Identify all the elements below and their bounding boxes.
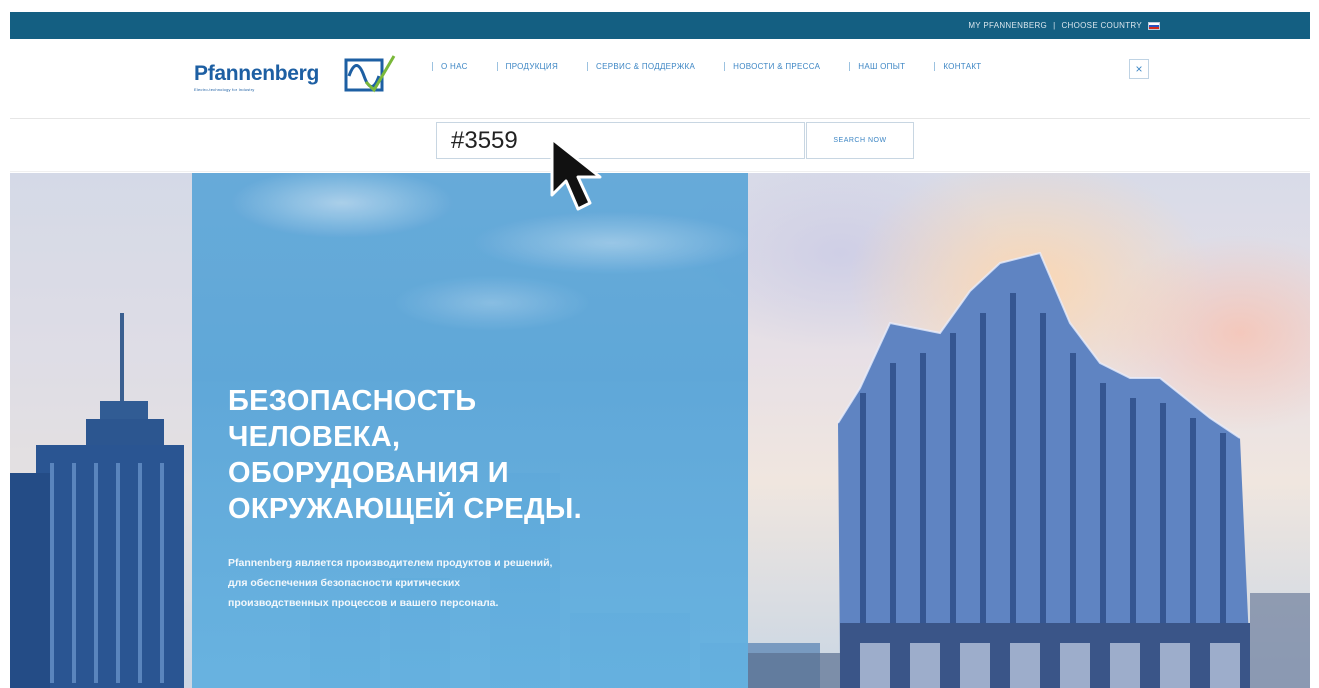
top-utility-bar: MY PFANNENBERG | CHOOSE COUNTRY bbox=[10, 12, 1310, 39]
page: MY PFANNENBERG | CHOOSE COUNTRY Pfannenb… bbox=[10, 12, 1310, 688]
nav-item-news-press[interactable]: НОВОСТИ & ПРЕССА bbox=[724, 62, 820, 71]
headline-line: БЕЗОПАСНОСТЬ bbox=[228, 385, 477, 417]
headline-line: ОКРУЖАЮЩЕЙ СРЕДЫ. bbox=[228, 493, 582, 525]
left-tower-illustration bbox=[10, 173, 192, 688]
description-line: для обеспечения безопасности критических bbox=[228, 577, 461, 589]
hero-headline: БЕЗОПАСНОСТЬ ЧЕЛОВЕКА, ОБОРУДОВАНИЯ И ОК… bbox=[228, 383, 748, 527]
main-nav: О НАС ПРОДУКЦИЯ СЕРВИС & ПОДДЕРЖКА НОВОС… bbox=[432, 62, 982, 71]
logo-wordmark: Pfannenberg bbox=[194, 62, 320, 85]
logo-tagline: Electro-technology for Industry bbox=[194, 87, 255, 92]
description-line: Pfannenberg является производителем прод… bbox=[228, 557, 553, 569]
choose-country-link[interactable]: CHOOSE COUNTRY bbox=[1061, 21, 1142, 30]
close-icon[interactable]: × bbox=[1129, 59, 1149, 79]
pfannenberg-logo[interactable]: Pfannenberg Electro-technology for Indus… bbox=[194, 52, 404, 98]
headline-line: ЧЕЛОВЕКА, bbox=[228, 421, 401, 453]
search-now-button[interactable]: SEARCH NOW bbox=[806, 122, 914, 159]
hero-banner: БЕЗОПАСНОСТЬ ЧЕЛОВЕКА, ОБОРУДОВАНИЯ И ОК… bbox=[10, 173, 1310, 688]
description-line: производственных процессов и вашего перс… bbox=[228, 597, 499, 609]
nav-item-products[interactable]: ПРОДУКЦИЯ bbox=[496, 62, 558, 71]
search-bar: SEARCH NOW bbox=[10, 119, 1310, 172]
top-links: MY PFANNENBERG | CHOOSE COUNTRY bbox=[968, 21, 1160, 30]
mouse-pointer-icon bbox=[550, 137, 602, 211]
panel-cloud-overlay bbox=[192, 173, 748, 343]
top-links-separator: | bbox=[1053, 21, 1056, 30]
concert-hall-illustration bbox=[748, 251, 1310, 688]
search-input[interactable] bbox=[436, 122, 805, 159]
headline-line: ОБОРУДОВАНИЯ И bbox=[228, 457, 509, 489]
nav-item-about[interactable]: О НАС bbox=[432, 62, 468, 71]
sine-wave-check-icon bbox=[344, 55, 396, 93]
nav-item-contact[interactable]: КОНТАКТ bbox=[934, 62, 981, 71]
hero-description: Pfannenberg является производителем прод… bbox=[228, 553, 748, 613]
my-pfannenberg-link[interactable]: MY PFANNENBERG bbox=[968, 21, 1047, 30]
nav-item-experience[interactable]: НАШ ОПЫТ bbox=[849, 62, 905, 71]
site-header: Pfannenberg Electro-technology for Indus… bbox=[10, 39, 1310, 119]
russia-flag-icon[interactable] bbox=[1148, 21, 1160, 30]
nav-item-service-support[interactable]: СЕРВИС & ПОДДЕРЖКА bbox=[587, 62, 695, 71]
